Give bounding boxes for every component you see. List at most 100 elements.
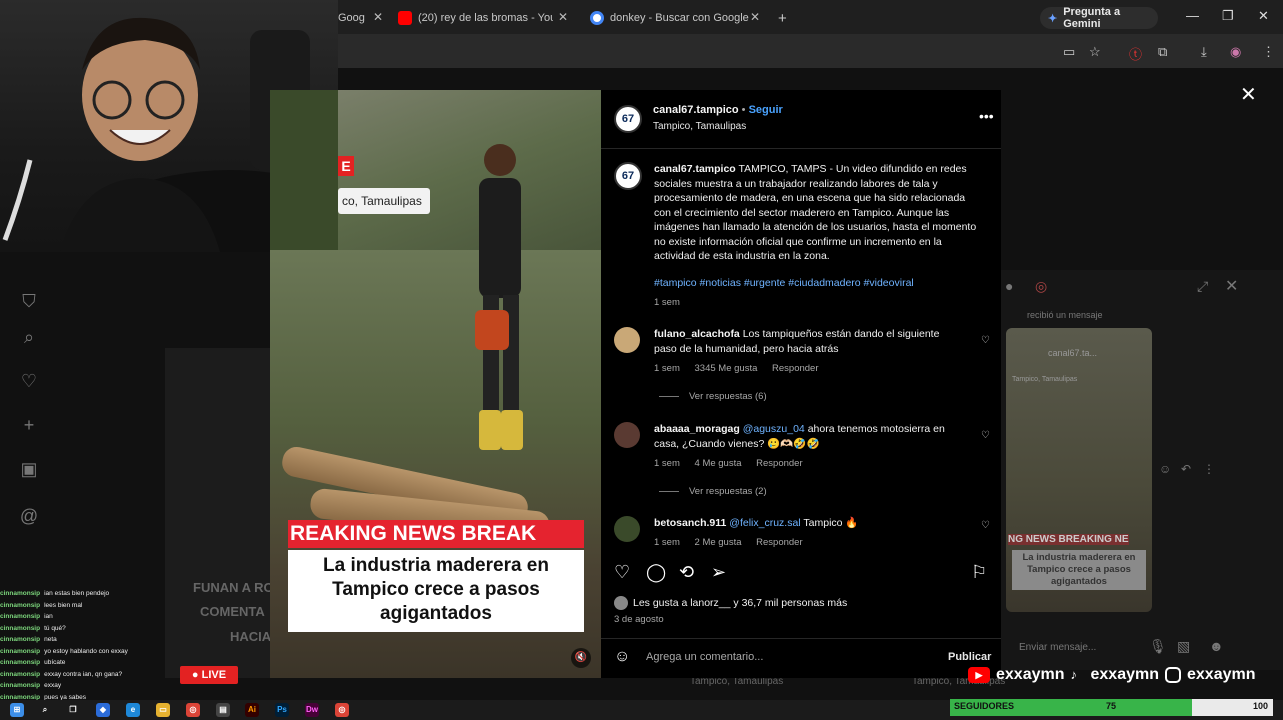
new-tab-button[interactable]: +	[778, 6, 792, 30]
file-explorer-icon[interactable]: ▭	[156, 703, 170, 717]
dm-received-text: recibió un mensaje	[1027, 310, 1103, 320]
chrome-icon[interactable]: ◎	[186, 703, 200, 717]
dashboard-icon[interactable]: ▣	[18, 458, 40, 480]
react-icon[interactable]: ☺	[1159, 462, 1171, 476]
caption-avatar[interactable]: 67	[614, 162, 642, 190]
repost-icon[interactable]: ⟲	[679, 562, 694, 583]
account-avatar[interactable]: 67	[614, 105, 642, 133]
browser-tab[interactable]: (20) rey de las bromas - YouTube ✕	[398, 6, 568, 30]
minimize-icon[interactable]: —	[1186, 8, 1199, 23]
comment-meta: 1 sem 4 Me gusta Responder	[654, 458, 815, 469]
publish-button[interactable]: Publicar	[948, 651, 991, 663]
more-icon[interactable]: ⋮	[1203, 462, 1215, 476]
dm-thumb-breaking: NG NEWS BREAKING NE	[1008, 534, 1129, 545]
commenter-username[interactable]: betosanch.911	[654, 517, 726, 529]
chrome-active-icon[interactable]: ◎	[335, 703, 349, 717]
close-dm-icon[interactable]: ✕	[1225, 276, 1238, 296]
share-icon[interactable]: ➢	[711, 562, 726, 583]
create-icon[interactable]: +	[18, 414, 40, 436]
image-icon[interactable]: ▧	[1177, 638, 1190, 655]
comment-mention[interactable]: @aguszu_04	[743, 423, 805, 435]
threads-icon[interactable]: @	[18, 505, 40, 527]
commenter-avatar[interactable]	[614, 422, 640, 448]
reply-button[interactable]: Responder	[756, 458, 802, 469]
live-dot-icon: ●	[191, 669, 199, 681]
dreamweaver-icon[interactable]: Dw	[305, 703, 319, 717]
gemini-button[interactable]: ✦ Pregunta a Gemini	[1040, 6, 1158, 30]
likes-summary[interactable]: Les gusta a lanorz__ y 36,7 mil personas…	[614, 596, 847, 610]
commenter-avatar[interactable]	[614, 327, 640, 353]
chat-text: ian	[44, 613, 53, 620]
close-modal-icon[interactable]: ✕	[1240, 82, 1257, 107]
dm-shared-post[interactable]: canal67.ta... Tampico, Tamaulipas NG NEW…	[1006, 328, 1152, 612]
search-taskbar-icon[interactable]: ⌕	[38, 703, 52, 717]
caption-username[interactable]: canal67.tampico	[654, 163, 736, 175]
menu-icon[interactable]: ⋮	[1262, 44, 1275, 60]
expand-icon[interactable]: ⤢	[1197, 278, 1208, 295]
close-tab-icon[interactable]: ✕	[558, 10, 568, 24]
close-tab-icon[interactable]: ✕	[373, 10, 383, 24]
browser-tab[interactable]: Goog ✕	[338, 6, 383, 30]
more-options-icon[interactable]: •••	[979, 108, 994, 124]
mute-icon[interactable]: 🔇	[571, 648, 591, 668]
like-comment-icon[interactable]: ♡	[981, 520, 990, 531]
followers-goal-bar: SEGUIDORES 75 100	[950, 699, 1273, 716]
dm-message-input[interactable]: Enviar mensaje...	[1019, 642, 1096, 653]
heart-icon[interactable]: ♡	[18, 370, 40, 392]
post-location[interactable]: Tampico, Tamaulipas	[653, 121, 746, 132]
sticker-icon[interactable]: ☻	[1209, 638, 1224, 654]
chat-text: exxay contra ian, qn gana?	[44, 670, 123, 678]
like-icon[interactable]: ♡	[614, 562, 630, 583]
reply-button[interactable]: Responder	[756, 537, 802, 548]
copilot-icon[interactable]: ◆	[96, 703, 110, 717]
follow-button[interactable]: Seguir	[749, 104, 783, 116]
profile-icon[interactable]: ◉	[1230, 44, 1241, 60]
microphone-icon[interactable]: 🎙	[1149, 638, 1167, 655]
close-window-icon[interactable]: ✕	[1258, 8, 1269, 24]
notifications-icon[interactable]: ⛉	[18, 290, 40, 312]
post-panel: 67 canal67.tampico • Seguir Tampico, Tam…	[601, 90, 1001, 678]
photoshop-icon[interactable]: Ps	[275, 703, 289, 717]
chat-username: cinnamonsip	[0, 590, 41, 597]
commenter-avatar[interactable]	[614, 516, 640, 542]
reply-icon[interactable]: ↶	[1181, 462, 1191, 476]
comment-likes[interactable]: 2 Me gusta	[695, 537, 742, 548]
cast-icon[interactable]: ▭	[1063, 44, 1075, 60]
video-location-overlay: co, Tamaulipas	[338, 188, 430, 214]
edge-icon[interactable]: e	[126, 703, 140, 717]
start-icon[interactable]: ⊞	[10, 703, 24, 717]
liker-avatar	[614, 596, 628, 610]
divider	[601, 638, 1001, 639]
followers-goal: 100	[1253, 701, 1269, 711]
extensions-icon[interactable]: ⧉	[1158, 44, 1167, 60]
emoji-icon[interactable]: ☺	[614, 648, 630, 666]
browser-tab[interactable]: donkey - Buscar con Google ✕	[590, 6, 760, 30]
chat-message: cinnamonsip ubícate	[0, 657, 170, 669]
save-icon[interactable]: ⚐	[971, 562, 987, 583]
chat-text: yo estoy hablando con exxay	[44, 647, 128, 655]
illustrator-icon[interactable]: Ai	[245, 703, 259, 717]
post-hashtags[interactable]: #tampico #noticias #urgente #ciudadmader…	[654, 277, 984, 289]
view-replies-button[interactable]: Ver respuestas (6)	[659, 391, 767, 402]
commenter-username[interactable]: abaaaa_moragag	[654, 423, 740, 435]
comment-likes[interactable]: 3345 Me gusta	[695, 363, 758, 374]
reply-button[interactable]: Responder	[772, 363, 818, 374]
extension-icon[interactable]: ⓣ	[1129, 44, 1142, 63]
comment-icon[interactable]: ◯	[646, 562, 666, 583]
maximize-icon[interactable]: ❐	[1222, 8, 1234, 24]
commenter-username[interactable]: fulano_alcachofa	[654, 328, 740, 340]
comment-input[interactable]	[646, 651, 926, 663]
bookmark-star-icon[interactable]: ☆	[1089, 44, 1101, 60]
task-view-icon[interactable]: ❐	[66, 703, 80, 717]
comment-mention[interactable]: @felix_cruz.sal	[729, 517, 800, 529]
search-icon[interactable]: ⌕	[18, 326, 40, 348]
close-tab-icon[interactable]: ✕	[750, 10, 760, 24]
account-username[interactable]: canal67.tampico	[653, 104, 739, 116]
like-comment-icon[interactable]: ♡	[981, 430, 990, 441]
download-icon[interactable]: ⤓	[1201, 44, 1207, 60]
app-icon[interactable]: ▤	[216, 703, 230, 717]
post-video[interactable]: E co, Tamaulipas REAKING NEWS BREAK La i…	[270, 90, 601, 678]
like-comment-icon[interactable]: ♡	[981, 335, 990, 346]
view-replies-button[interactable]: Ver respuestas (2)	[659, 486, 767, 497]
comment-likes[interactable]: 4 Me gusta	[695, 458, 742, 469]
